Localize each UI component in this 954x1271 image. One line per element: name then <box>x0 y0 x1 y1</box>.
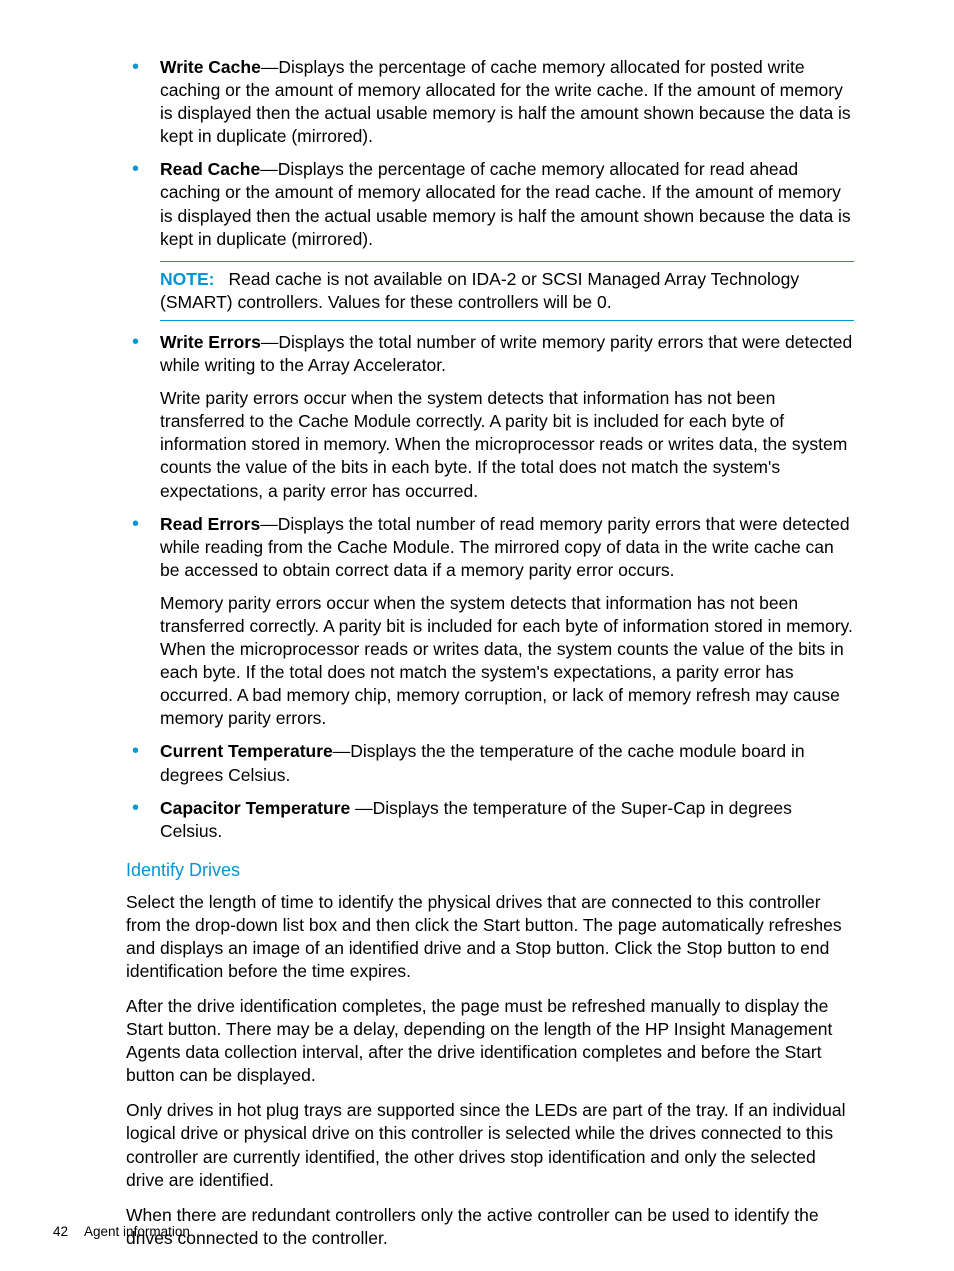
term-label: Capacitor Temperature <box>160 798 355 818</box>
term-desc: —Displays the total number of read memor… <box>160 514 850 580</box>
body-para: After the drive identification completes… <box>126 995 854 1087</box>
list-item: Write Cache—Displays the percentage of c… <box>126 56 854 148</box>
page-footer: 42 Agent information <box>53 1223 190 1241</box>
term-label: Write Cache <box>160 57 261 77</box>
note-box: NOTE:Read cache is not available on IDA-… <box>160 261 854 321</box>
term-label: Current Temperature <box>160 741 333 761</box>
term-label: Read Errors <box>160 514 260 534</box>
section-heading: Identify Drives <box>126 859 854 883</box>
extra-para: Write parity errors occur when the syste… <box>160 387 854 502</box>
note-label: NOTE: <box>160 269 214 289</box>
extra-para: Memory parity errors occur when the syst… <box>160 592 854 731</box>
footer-title: Agent information <box>84 1224 190 1239</box>
list-item: Read Cache—Displays the percentage of ca… <box>126 158 854 321</box>
bullet-list: Write Cache—Displays the percentage of c… <box>126 56 854 843</box>
term-label: Read Cache <box>160 159 260 179</box>
page-content: Write Cache—Displays the percentage of c… <box>126 56 854 1262</box>
list-item: Read Errors—Displays the total number of… <box>126 513 854 731</box>
list-item: Current Temperature—Displays the the tem… <box>126 740 854 786</box>
list-item: Write Errors—Displays the total number o… <box>126 331 854 503</box>
list-item: Capacitor Temperature —Displays the temp… <box>126 797 854 843</box>
note-text: Read cache is not available on IDA-2 or … <box>160 269 799 312</box>
term-desc: —Displays the total number of write memo… <box>160 332 852 375</box>
term-desc: —Displays the percentage of cache memory… <box>160 159 851 248</box>
body-para: Select the length of time to identify th… <box>126 891 854 983</box>
body-para: When there are redundant controllers onl… <box>126 1204 854 1250</box>
term-desc: —Displays the percentage of cache memory… <box>160 57 851 146</box>
term-label: Write Errors <box>160 332 261 352</box>
page-number: 42 <box>53 1224 68 1239</box>
body-para: Only drives in hot plug trays are suppor… <box>126 1099 854 1191</box>
